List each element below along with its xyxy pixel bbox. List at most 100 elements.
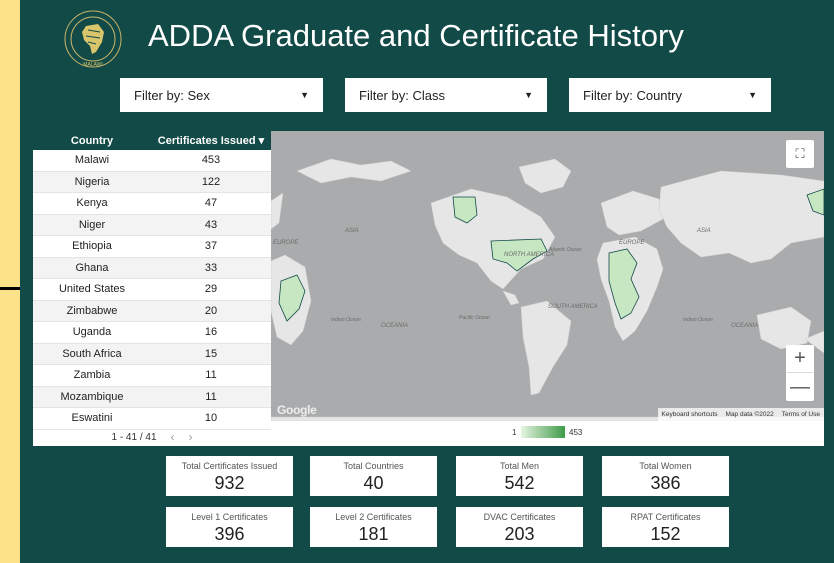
stat-value: 396 <box>214 524 245 544</box>
stat-card-total-countries: Total Countries 40 <box>310 456 437 496</box>
map-label-atlantic: Atlantic Ocean <box>548 247 582 253</box>
stat-card-total-men: Total Men 542 <box>456 456 583 496</box>
country-cell: Mozambique <box>60 390 124 403</box>
filter-class-dropdown[interactable]: Filter by: Class ▼ <box>345 78 547 112</box>
stat-value: 203 <box>504 524 535 544</box>
map-label-south-america: SOUTH AMERICA <box>548 304 598 310</box>
stat-value: 932 <box>214 473 245 493</box>
table-row[interactable]: Ghana 33 <box>33 257 271 279</box>
stat-card-total-certificates: Total Certificates Issued 932 <box>166 456 293 496</box>
map-label-europe-2: EUROPE <box>619 240 645 246</box>
table-row[interactable]: Ethiopia 37 <box>33 236 271 258</box>
land-greenland <box>518 158 572 194</box>
table-row[interactable]: Nigeria 122 <box>33 171 271 193</box>
world-map[interactable]: EUROPE ASIA NORTH AMERICA Atlantic Ocean… <box>271 131 824 421</box>
land-europe-west <box>271 192 284 230</box>
stat-value: 181 <box>358 524 389 544</box>
pager-range: 1 - 41 / 41 <box>111 431 157 443</box>
map-label-oceania-1: OCEANIA <box>381 323 408 329</box>
land-central-america <box>502 290 520 306</box>
map-label-asia-1: ASIA <box>344 228 359 234</box>
stat-card-rpat: RPAT Certificates 152 <box>602 507 729 547</box>
terms-link[interactable]: Terms of Use <box>782 411 820 418</box>
legend-gradient <box>521 426 565 438</box>
table-row[interactable]: Mozambique 11 <box>33 386 271 408</box>
zoom-control: + — <box>786 345 814 401</box>
chevron-down-icon: ▼ <box>524 90 533 100</box>
certificates-cell: 20 <box>204 304 218 317</box>
map-attribution: Keyboard shortcuts Map data ©2022 Terms … <box>657 408 824 421</box>
certificates-cell: 11 <box>205 369 217 382</box>
column-header-country[interactable]: Country <box>33 135 151 147</box>
map-label-pacific: Pacific Ocean <box>459 315 490 321</box>
table-row[interactable]: Kenya 47 <box>33 193 271 215</box>
country-cell: Uganda <box>72 326 112 339</box>
side-panel <box>0 0 20 563</box>
map-label-oceania-2: OCEANIA <box>731 323 758 329</box>
certificates-cell: 15 <box>204 347 218 360</box>
filter-country-label: Filter by: Country <box>583 87 682 103</box>
stat-value: 542 <box>504 473 535 493</box>
zoom-in-button[interactable]: + <box>786 345 814 373</box>
stat-label: Total Women <box>639 461 692 471</box>
land-asia <box>658 170 824 264</box>
certificates-cell: 11 <box>205 390 217 403</box>
keyboard-shortcuts-link[interactable]: Keyboard shortcuts <box>662 411 718 418</box>
country-cell: Ethiopia <box>72 240 112 253</box>
country-cell: Eswatini <box>71 412 113 425</box>
stat-label: Total Countries <box>343 461 404 471</box>
prev-page-button[interactable]: ‹ <box>171 430 175 444</box>
table-row[interactable]: Zambia 11 <box>33 365 271 387</box>
certificates-cell: 122 <box>201 175 221 188</box>
certificates-cell: 29 <box>204 283 218 296</box>
zoom-out-button[interactable]: — <box>786 373 814 401</box>
certificates-cell: 43 <box>204 218 218 231</box>
next-page-button[interactable]: › <box>189 430 193 444</box>
land-north-west <box>296 158 412 184</box>
stat-label: Total Certificates Issued <box>181 461 278 471</box>
country-cell: Malawi <box>74 154 110 167</box>
filter-country-dropdown[interactable]: Filter by: Country ▼ <box>569 78 771 112</box>
map-label-indian-2: Indian Ocean <box>683 317 713 323</box>
page-title: ADDA Graduate and Certificate History <box>148 18 684 53</box>
column-header-certificates[interactable]: Certificates Issued ▾ <box>151 134 271 147</box>
land-south-america <box>520 300 572 396</box>
map-label-north-america: NORTH AMERICA <box>504 252 554 258</box>
chevron-down-icon: ▼ <box>748 90 757 100</box>
country-cell: Ghana <box>75 261 109 274</box>
legend-min: 1 <box>512 428 517 437</box>
legend-max: 453 <box>569 428 583 437</box>
country-cell: Zambia <box>73 369 111 382</box>
fullscreen-icon[interactable]: ⛶ <box>786 140 814 168</box>
side-divider <box>0 287 20 290</box>
map-legend: 1 453 <box>271 421 824 446</box>
map-label-indian-1: Indian Ocean <box>331 317 361 323</box>
stat-label: Total Men <box>499 461 540 471</box>
stat-card-level2: Level 2 Certificates 181 <box>310 507 437 547</box>
google-logo: Google <box>277 403 317 417</box>
table-row[interactable]: Niger 43 <box>33 214 271 236</box>
table-row[interactable]: Zimbabwe 20 <box>33 300 271 322</box>
land-europe <box>600 190 664 236</box>
table-body: Malawi 453 Nigeria 122 Kenya 47 Niger 43 Ethiopi… <box>33 150 271 430</box>
stat-value: 386 <box>650 473 681 493</box>
table-row[interactable]: South Africa 15 <box>33 343 271 365</box>
map-label-asia-2: ASIA <box>696 228 711 234</box>
country-table: Country Certificates Issued ▾ Malawi 453 N… <box>33 131 271 446</box>
table-row[interactable]: Uganda 16 <box>33 322 271 344</box>
stat-label: Level 2 Certificates <box>335 512 412 522</box>
logo-text: MALAWI <box>83 62 103 68</box>
chevron-down-icon: ▼ <box>300 90 309 100</box>
table-row[interactable]: United States 29 <box>33 279 271 301</box>
country-cell: Nigeria <box>74 175 110 188</box>
country-cell: United States <box>58 283 126 296</box>
certificates-cell: 10 <box>204 412 218 425</box>
map-canvas: EUROPE ASIA NORTH AMERICA Atlantic Ocean… <box>271 158 824 421</box>
filter-sex-dropdown[interactable]: Filter by: Sex ▼ <box>120 78 323 112</box>
table-row[interactable]: Malawi 453 <box>33 150 271 172</box>
certificates-cell: 33 <box>204 261 218 274</box>
stat-card-dvac: DVAC Certificates 203 <box>456 507 583 547</box>
sort-desc-icon: ▾ <box>258 135 265 147</box>
stat-label: DVAC Certificates <box>483 512 556 522</box>
table-row[interactable]: Eswatini 10 <box>33 408 271 430</box>
